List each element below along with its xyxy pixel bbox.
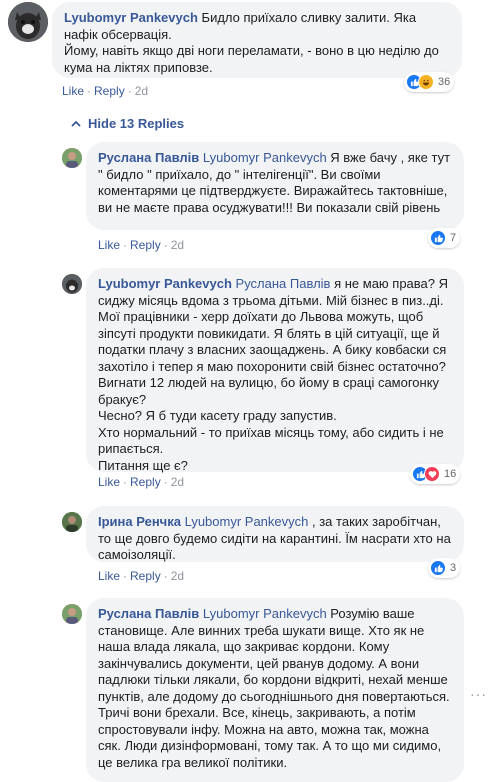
user-photo-icon xyxy=(62,512,82,532)
avatar-reply[interactable] xyxy=(62,604,82,624)
like-button[interactable]: Like xyxy=(62,84,84,98)
reaction-summary[interactable]: 7 xyxy=(428,228,461,248)
reaction-summary[interactable]: 16 xyxy=(410,464,461,484)
reply-button[interactable]: Reply xyxy=(130,238,161,252)
reaction-count: 3 xyxy=(450,562,457,574)
reply-mention[interactable]: Lyubomyr Pankevych xyxy=(203,150,327,165)
reply-bubble: Руслана Павлів Lyubomyr Pankevych Я вже … xyxy=(86,142,464,230)
reply-author[interactable]: Ірина Ренчка xyxy=(98,514,181,529)
reply-bubble: Lyubomyr Pankevych Руслана Павлів я не м… xyxy=(86,268,464,473)
reply-text: я не маю права? Я сиджу місяць вдома з т… xyxy=(98,276,449,473)
reply-mention[interactable]: Руслана Павлів xyxy=(236,276,331,291)
love-icon xyxy=(424,466,440,482)
like-icon xyxy=(430,560,446,576)
avatar-reply[interactable] xyxy=(62,512,82,532)
like-button[interactable]: Like xyxy=(98,238,120,252)
haha-icon xyxy=(418,74,434,90)
reaction-summary[interactable]: 3 xyxy=(428,558,461,578)
reply-author[interactable]: Lyubomyr Pankevych xyxy=(98,276,232,291)
reply-text: Розумію ваше становище. Але винних треба… xyxy=(98,606,454,770)
reply-button[interactable]: Reply xyxy=(94,84,125,98)
hide-replies-label: Hide 13 Replies xyxy=(88,116,185,131)
timestamp[interactable]: 2d xyxy=(135,84,148,98)
reaction-count: 7 xyxy=(450,232,457,244)
chevron-up-icon xyxy=(71,120,81,127)
avatar-main[interactable] xyxy=(8,2,48,42)
dog-avatar-icon xyxy=(8,2,48,42)
comment-actions: Like · Reply · 2d xyxy=(62,84,149,98)
reply-author[interactable]: Руслана Павлів xyxy=(98,606,199,621)
main-comment-bubble: Lyubomyr Pankevych Бидло приїхало сливку… xyxy=(52,2,462,78)
user-photo-icon xyxy=(62,148,82,168)
reply-actions: Like · Reply · 2d xyxy=(98,238,185,252)
reply-bubble: Руслана Павлів Lyubomyr Pankevych Розумі… xyxy=(86,598,464,782)
reply-actions: Like · Reply · 2d xyxy=(98,569,185,583)
user-photo-icon xyxy=(62,604,82,624)
reply-actions: Like · Reply · 2d xyxy=(98,475,185,489)
reply-mention[interactable]: Lyubomyr Pankevych xyxy=(203,606,327,621)
reply-button[interactable]: Reply xyxy=(130,569,161,583)
like-icon xyxy=(430,230,446,246)
timestamp[interactable]: 2d xyxy=(171,238,184,252)
avatar-reply[interactable] xyxy=(62,148,82,168)
reaction-count: 36 xyxy=(438,76,451,88)
reply-author[interactable]: Руслана Павлів xyxy=(98,150,199,165)
timestamp[interactable]: 2d xyxy=(171,475,184,489)
timestamp[interactable]: 2d xyxy=(171,569,184,583)
avatar-reply[interactable] xyxy=(62,274,82,294)
hide-replies-button[interactable]: Hide 13 Replies xyxy=(70,116,184,131)
like-button[interactable]: Like xyxy=(98,569,120,583)
dog-avatar-icon xyxy=(62,274,82,294)
reply-mention[interactable]: Lyubomyr Pankevych xyxy=(185,514,309,529)
like-button[interactable]: Like xyxy=(98,475,120,489)
reply-bubble: Ірина Ренчка Lyubomyr Pankevych , за так… xyxy=(86,506,464,562)
reaction-summary[interactable]: 36 xyxy=(404,72,455,92)
more-options-icon[interactable]: ··· xyxy=(470,686,487,702)
reply-button[interactable]: Reply xyxy=(130,475,161,489)
comment-author[interactable]: Lyubomyr Pankevych xyxy=(64,10,198,25)
reaction-count: 16 xyxy=(444,468,457,480)
